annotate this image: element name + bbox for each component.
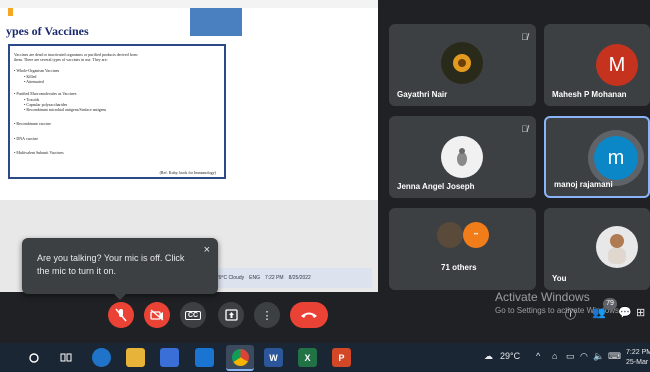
- store-icon[interactable]: [160, 348, 179, 367]
- avatar: ••: [463, 222, 489, 248]
- participant-tile-others[interactable]: •• 71 others: [389, 208, 536, 290]
- mini-lang: ENG: [249, 275, 260, 281]
- mic-off-icon: [115, 308, 127, 322]
- avatar: [441, 42, 483, 84]
- person-photo-icon: [457, 148, 467, 166]
- camera-toggle-button[interactable]: [144, 302, 170, 328]
- mic-off-icon: 🎙̸: [521, 124, 528, 134]
- info-icon[interactable]: ⓘ: [565, 306, 576, 322]
- participant-name: Jenna Angel Joseph: [397, 182, 475, 191]
- keyboard-icon[interactable]: ⌨: [608, 351, 621, 362]
- camera-off-icon: [150, 309, 164, 321]
- wifi-icon[interactable]: ◠: [580, 351, 588, 362]
- clock-date: 25-Mar: [626, 359, 649, 366]
- file-explorer-icon[interactable]: [126, 348, 145, 367]
- mic-off-toast: Are you talking? Your mic is off. Click …: [22, 238, 218, 300]
- mini-weather: 29°C Cloudy: [216, 275, 245, 281]
- avatar: [596, 226, 638, 268]
- edge-browser-icon[interactable]: [92, 348, 111, 367]
- chat-icon[interactable]: 💬: [618, 306, 632, 319]
- clock-time: 7:22 PM: [626, 349, 650, 356]
- mic-off-icon: 🎙̸: [521, 32, 528, 42]
- participant-count-badge: 79: [603, 298, 617, 310]
- more-options-button[interactable]: ⋮: [254, 302, 280, 328]
- slide-text-line: • Multivalent Subunit Vaccines: [14, 150, 64, 155]
- activities-icon[interactable]: ⊞: [636, 306, 645, 319]
- toast-pointer: [114, 294, 126, 300]
- slide-content-box: (Ref. Kuby, book for Immunology) Vaccine…: [8, 44, 226, 179]
- captions-icon: CC: [184, 310, 202, 320]
- powerpoint-icon[interactable]: P: [332, 348, 351, 367]
- slide-accent-mark: [8, 8, 13, 16]
- slide-text-line: • Purified Macromolecules as Vaccines: [14, 91, 77, 96]
- participant-name: Gayathri Nair: [397, 90, 448, 99]
- avatar: m: [594, 136, 638, 180]
- avatar: M: [596, 44, 638, 86]
- toast-message: Are you talking? Your mic is off. Click …: [37, 253, 185, 276]
- excel-icon[interactable]: X: [298, 348, 317, 367]
- battery-icon[interactable]: ▭: [566, 351, 575, 362]
- task-view-icon[interactable]: [56, 348, 75, 367]
- hang-up-icon: [301, 312, 317, 318]
- slide-text-line: them. There are several types of vaccine…: [14, 57, 108, 62]
- present-button[interactable]: [218, 302, 244, 328]
- slide-text-line: • Recombinant microbial antigens/Surface…: [24, 107, 107, 112]
- chrome-icon[interactable]: [226, 345, 254, 371]
- avatar: [441, 136, 483, 178]
- temperature[interactable]: 29°C: [500, 351, 520, 361]
- flower-photo-icon: [453, 54, 471, 72]
- mail-icon[interactable]: [195, 348, 214, 367]
- volume-icon[interactable]: 🔈: [593, 351, 604, 362]
- network-icon[interactable]: ⌂: [552, 351, 557, 361]
- mini-date: 8/25/2022: [288, 275, 311, 281]
- present-screen-icon: [224, 309, 238, 321]
- mini-time: 7:22 PM: [264, 275, 284, 281]
- word-icon[interactable]: W: [264, 348, 283, 367]
- presentation-top-strip: [0, 0, 378, 8]
- captions-button[interactable]: CC: [180, 302, 206, 328]
- participant-tile-self[interactable]: You: [544, 208, 650, 290]
- avatar-letter: m: [607, 146, 625, 169]
- weather-icon[interactable]: ☁: [484, 351, 493, 362]
- windows-taskbar: W X P ☁ 29°C ^ ⌂ ▭ ◠ 🔈 ⌨ 7:22 PM 25-Mar: [0, 343, 650, 372]
- avatar-letter: M: [608, 53, 626, 76]
- mic-toggle-button[interactable]: [108, 302, 134, 328]
- slide-text-line: • Attenuated: [24, 79, 44, 84]
- end-call-button[interactable]: [290, 302, 328, 328]
- more-vert-icon: ⋮: [261, 309, 273, 322]
- slide-reference: (Ref. Kuby, book for Immunology): [159, 170, 216, 175]
- participant-name: You: [552, 274, 567, 283]
- slide-text-line: • DNA vaccine: [14, 136, 39, 141]
- participant-tile[interactable]: 🎙̸ Gayathri Nair: [389, 24, 536, 106]
- slide-header-block: [190, 8, 242, 36]
- participant-name: manoj rajamani: [554, 180, 613, 189]
- participant-name: Mahesh P Mohanan: [552, 90, 627, 99]
- clock[interactable]: 7:22 PM 25-Mar: [626, 348, 650, 368]
- search-icon[interactable]: [24, 348, 43, 367]
- close-icon[interactable]: ×: [204, 244, 210, 256]
- person-photo-icon: [608, 234, 626, 264]
- participant-tile[interactable]: 🎙̸ Jenna Angel Joseph: [389, 116, 536, 198]
- avatar: [437, 222, 463, 248]
- participant-name: 71 others: [441, 263, 477, 272]
- presentation-mini-taskbar: 29°C Cloudy ENG 7:22 PM 8/25/2022: [196, 268, 372, 288]
- slide-text-line: • Recombinant vaccine: [14, 121, 51, 126]
- participant-tile[interactable]: M Mahesh P Mohanan: [544, 24, 650, 106]
- tray-chevron-icon[interactable]: ^: [536, 351, 540, 361]
- slide-title: ypes of Vaccines: [6, 24, 89, 38]
- participant-tile-active[interactable]: m manoj rajamani: [544, 116, 650, 198]
- slide-text-line: • Whole-Organism Vaccines: [14, 68, 60, 73]
